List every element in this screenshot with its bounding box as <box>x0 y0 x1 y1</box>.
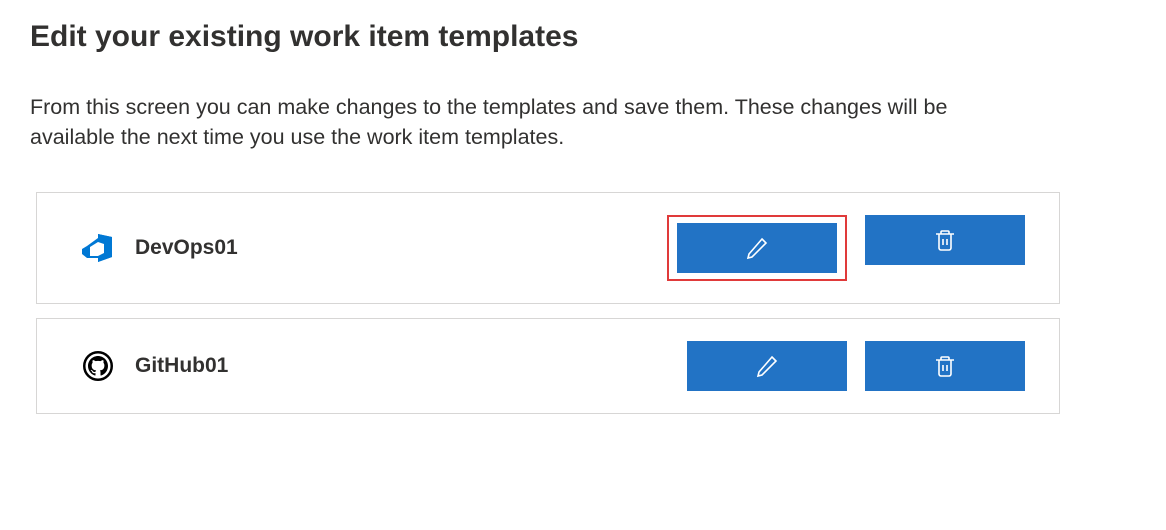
button-group <box>667 215 1025 281</box>
pencil-icon <box>745 236 769 260</box>
edit-highlight <box>667 215 847 281</box>
template-row: GitHub01 <box>36 318 1060 414</box>
page-title: Edit your existing work item templates <box>30 20 1136 54</box>
pencil-icon <box>755 354 779 378</box>
button-group <box>687 341 1025 391</box>
template-list: DevOps01 <box>30 192 1060 414</box>
github-icon <box>81 349 115 383</box>
template-row: DevOps01 <box>36 192 1060 304</box>
page-description: From this screen you can make changes to… <box>30 92 1030 152</box>
edit-button[interactable] <box>677 223 837 273</box>
template-name: DevOps01 <box>135 236 667 260</box>
delete-button[interactable] <box>865 215 1025 265</box>
delete-button[interactable] <box>865 341 1025 391</box>
template-name: GitHub01 <box>135 354 687 378</box>
trash-icon <box>933 354 957 378</box>
azure-devops-icon <box>81 231 115 265</box>
edit-button[interactable] <box>687 341 847 391</box>
trash-icon <box>933 228 957 252</box>
